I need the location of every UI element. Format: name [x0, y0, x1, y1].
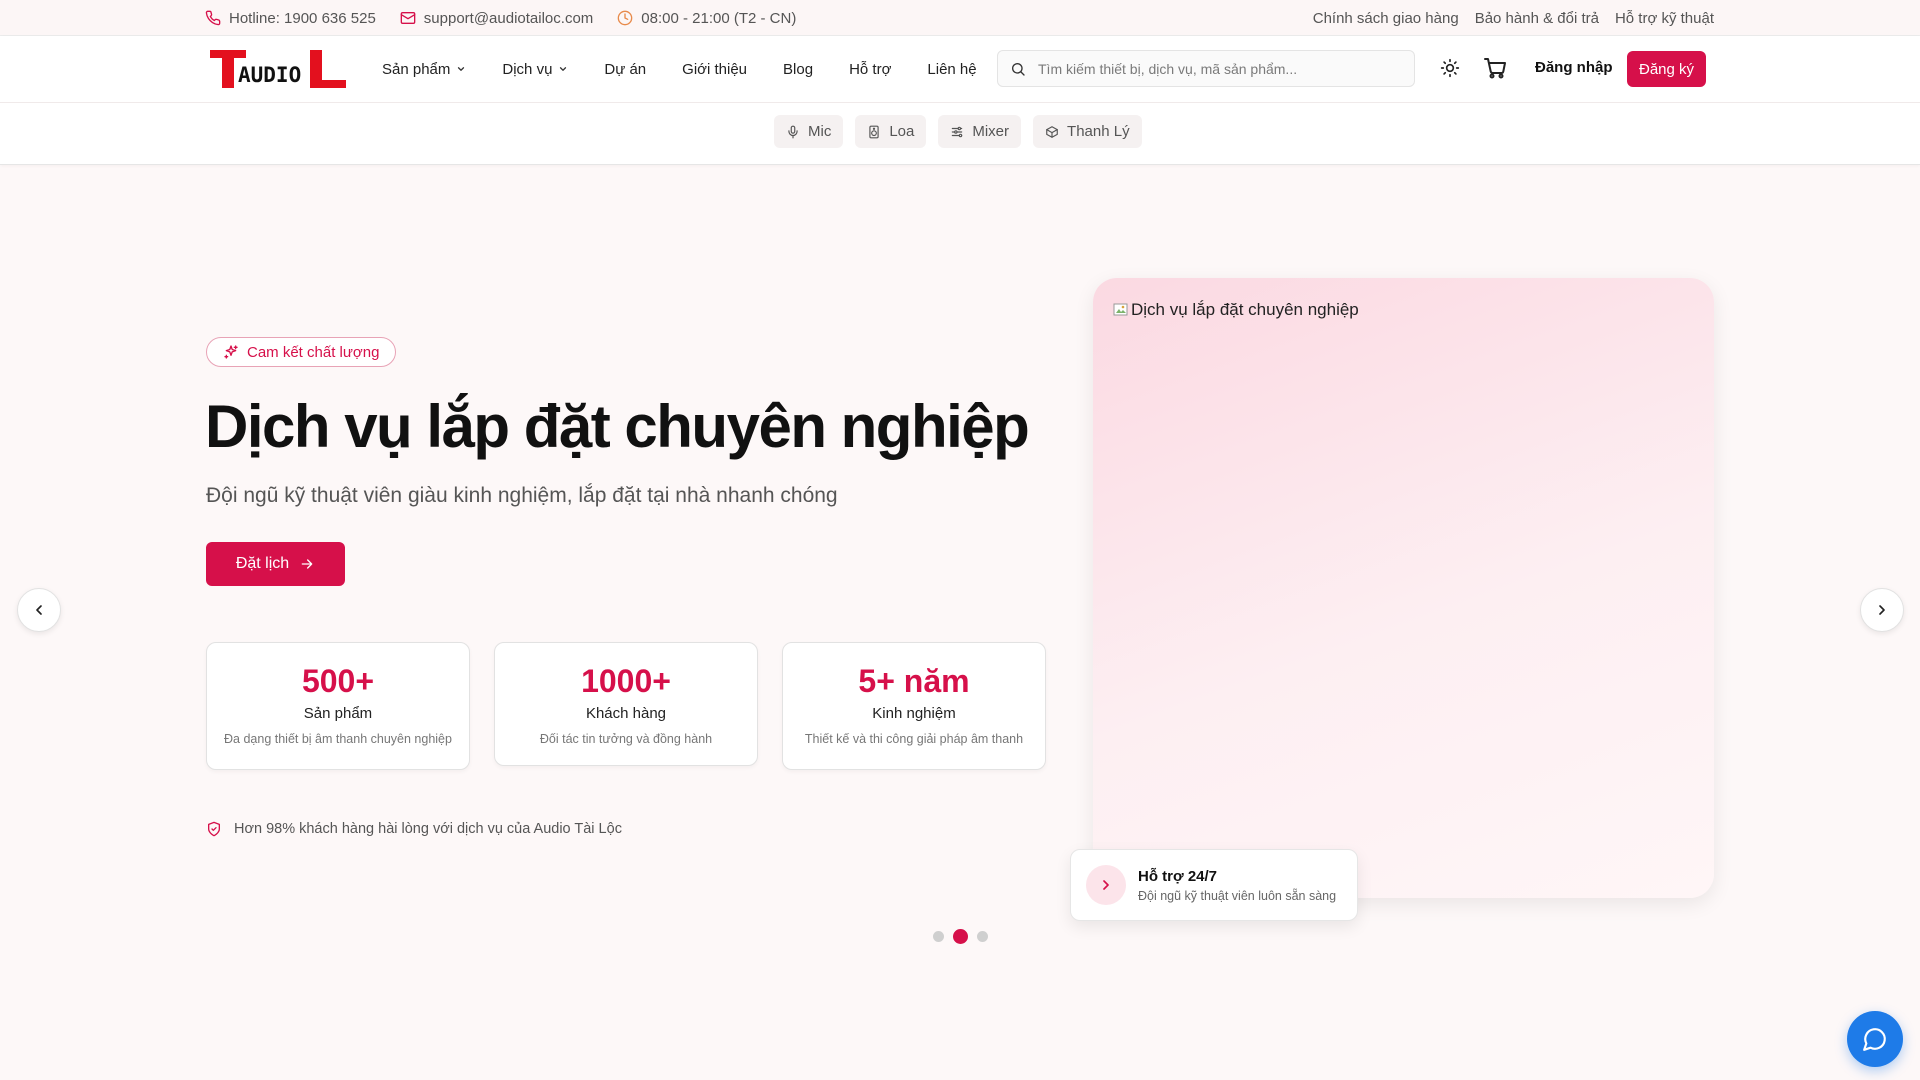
- logo[interactable]: AUDIO: [210, 50, 346, 88]
- support-text: Hỗ trợ 24/7 Đội ngũ kỹ thuật viên luôn s…: [1138, 868, 1336, 903]
- nav-projects[interactable]: Dự án: [604, 61, 646, 78]
- category-mixer-label: Mixer: [972, 123, 1010, 140]
- nav-products[interactable]: Sản phẩm: [382, 61, 466, 78]
- hero-title: Dịch vụ lắp đặt chuyên nghiệp: [205, 393, 1030, 460]
- hero-subtitle: Đội ngũ kỹ thuật viên giàu kinh nghiệm, …: [206, 484, 838, 507]
- badge-label: Cam kết chất lượng: [247, 343, 380, 361]
- stat-value: 5+ năm: [858, 663, 970, 699]
- stat-label: Sản phẩm: [303, 704, 373, 722]
- register-button[interactable]: Đăng ký: [1627, 51, 1706, 87]
- carousel-dots: [933, 929, 997, 944]
- stat-value: 500+: [301, 663, 375, 699]
- broken-image-alt: Dịch vụ lắp đặt chuyên nghiệp: [1113, 300, 1359, 320]
- cta-label: Đặt lịch: [235, 555, 290, 572]
- sliders-icon: [950, 125, 972, 139]
- category-speaker-label: Loa: [889, 123, 915, 140]
- stat-card-customers: 1000+ Khách hàng Đối tác tin tưởng và đồ…: [494, 642, 758, 766]
- sun-icon: [1440, 58, 1460, 78]
- book-appointment-button[interactable]: Đặt lịch: [206, 542, 345, 586]
- chevron-down-icon: [552, 64, 568, 74]
- quality-badge: Cam kết chất lượng: [206, 337, 397, 367]
- mail-icon: [400, 10, 424, 26]
- header-divider: [0, 102, 1920, 103]
- nav-support[interactable]: Hỗ trợ: [849, 61, 891, 78]
- broken-image-icon: [1113, 302, 1131, 318]
- shipping-policy-link[interactable]: Chính sách giao hàng: [1313, 10, 1459, 27]
- nav-services[interactable]: Dịch vụ: [502, 61, 568, 78]
- satisfaction-text: Hơn 98% khách hàng hài lòng với dịch vụ …: [234, 821, 622, 837]
- carousel-dot[interactable]: [933, 931, 944, 942]
- stat-card-experience: 5+ năm Kinh nghiệm Thiết kế và thi công …: [782, 642, 1046, 770]
- stats-row: 500+ Sản phẩm Đa dạng thiết bị âm thanh …: [206, 642, 1070, 770]
- chevron-left-icon: [31, 602, 47, 618]
- chat-icon: [1862, 1026, 1888, 1052]
- chevron-right-icon: [1098, 877, 1114, 893]
- search-icon: [1010, 61, 1026, 77]
- carousel-dot[interactable]: [953, 929, 968, 944]
- clock-icon: [617, 10, 641, 26]
- nav-products-label: Sản phẩm: [382, 60, 451, 78]
- category-mixer[interactable]: Mixer: [938, 115, 1022, 148]
- hotline[interactable]: Hotline: 1900 636 525: [205, 10, 376, 27]
- category-clearance[interactable]: Thanh Lý: [1033, 115, 1142, 148]
- main-header: AUDIO Sản phẩm Dịch vụ Dự án Giới thiệu …: [0, 36, 1920, 165]
- nav-contact[interactable]: Liên hệ: [927, 61, 976, 78]
- search-input[interactable]: [1038, 60, 1398, 77]
- category-speaker[interactable]: Loa: [855, 115, 927, 148]
- hours-text: 08:00 - 21:00 (T2 - CN): [641, 9, 797, 27]
- stat-card-products: 500+ Sản phẩm Đa dạng thiết bị âm thanh …: [206, 642, 470, 770]
- stat-label: Khách hàng: [585, 704, 667, 722]
- support-email[interactable]: support@audiotailoc.com: [400, 10, 593, 27]
- nav-about[interactable]: Giới thiệu: [682, 61, 747, 78]
- chevron-right-icon: [1874, 602, 1890, 618]
- search-bar[interactable]: [997, 50, 1415, 87]
- stat-desc: Thiết kế và thi công giải pháp âm thanh: [804, 731, 1024, 746]
- cart-button[interactable]: [1483, 56, 1507, 80]
- main-nav: Sản phẩm Dịch vụ Dự án Giới thiệu Blog H…: [382, 36, 1013, 102]
- support-icon-wrap: [1086, 865, 1126, 905]
- support-desc: Đội ngũ kỹ thuật viên luôn sẵn sàng: [1138, 888, 1337, 903]
- logo-text: AUDIO: [238, 63, 301, 87]
- top-bar: Hotline: 1900 636 525 support@audiotailo…: [0, 0, 1920, 36]
- stat-value: 1000+: [581, 663, 671, 699]
- phone-icon: [205, 10, 229, 26]
- tech-support-link[interactable]: Hỗ trợ kỹ thuật: [1615, 10, 1714, 27]
- stat-desc: Đa dạng thiết bị âm thanh chuyên nghiệp: [224, 731, 452, 746]
- stat-label: Kinh nghiệm: [872, 704, 956, 722]
- category-mic[interactable]: Mic: [774, 115, 844, 148]
- arrow-right-icon: [289, 556, 315, 572]
- chevron-down-icon: [450, 64, 466, 74]
- cart-icon: [1483, 56, 1507, 80]
- chat-button[interactable]: [1847, 1011, 1903, 1067]
- email-text: support@audiotailoc.com: [423, 9, 594, 27]
- support-title: Hỗ trợ 24/7: [1138, 867, 1218, 885]
- mic-icon: [786, 125, 808, 139]
- opening-hours: 08:00 - 21:00 (T2 - CN): [617, 10, 796, 27]
- stat-desc: Đối tác tin tưởng và đồng hành: [539, 731, 713, 746]
- shield-check-icon: [206, 821, 234, 837]
- box-icon: [1045, 125, 1067, 139]
- support-card[interactable]: Hỗ trợ 24/7 Đội ngũ kỹ thuật viên luôn s…: [1070, 849, 1358, 921]
- warranty-link[interactable]: Bảo hành & đổi trả: [1475, 10, 1599, 27]
- sparkles-icon: [223, 344, 247, 360]
- category-bar: Mic Loa Mixer Thanh Lý: [774, 115, 1154, 148]
- carousel-prev-button[interactable]: [17, 588, 61, 632]
- image-alt-text: Dịch vụ lắp đặt chuyên nghiệp: [1131, 300, 1359, 319]
- login-button[interactable]: Đăng nhập: [1535, 59, 1613, 76]
- hotline-text: Hotline: 1900 636 525: [229, 9, 376, 27]
- hero-image: Dịch vụ lắp đặt chuyên nghiệp: [1093, 278, 1714, 898]
- carousel-next-button[interactable]: [1860, 588, 1904, 632]
- satisfaction-note: Hơn 98% khách hàng hài lòng với dịch vụ …: [206, 821, 622, 837]
- category-mic-label: Mic: [808, 123, 832, 140]
- nav-services-label: Dịch vụ: [502, 60, 553, 78]
- theme-toggle-button[interactable]: [1440, 58, 1460, 78]
- category-clearance-label: Thanh Lý: [1067, 123, 1130, 140]
- carousel-dot[interactable]: [977, 931, 988, 942]
- nav-blog[interactable]: Blog: [783, 61, 813, 78]
- speaker-icon: [867, 125, 889, 139]
